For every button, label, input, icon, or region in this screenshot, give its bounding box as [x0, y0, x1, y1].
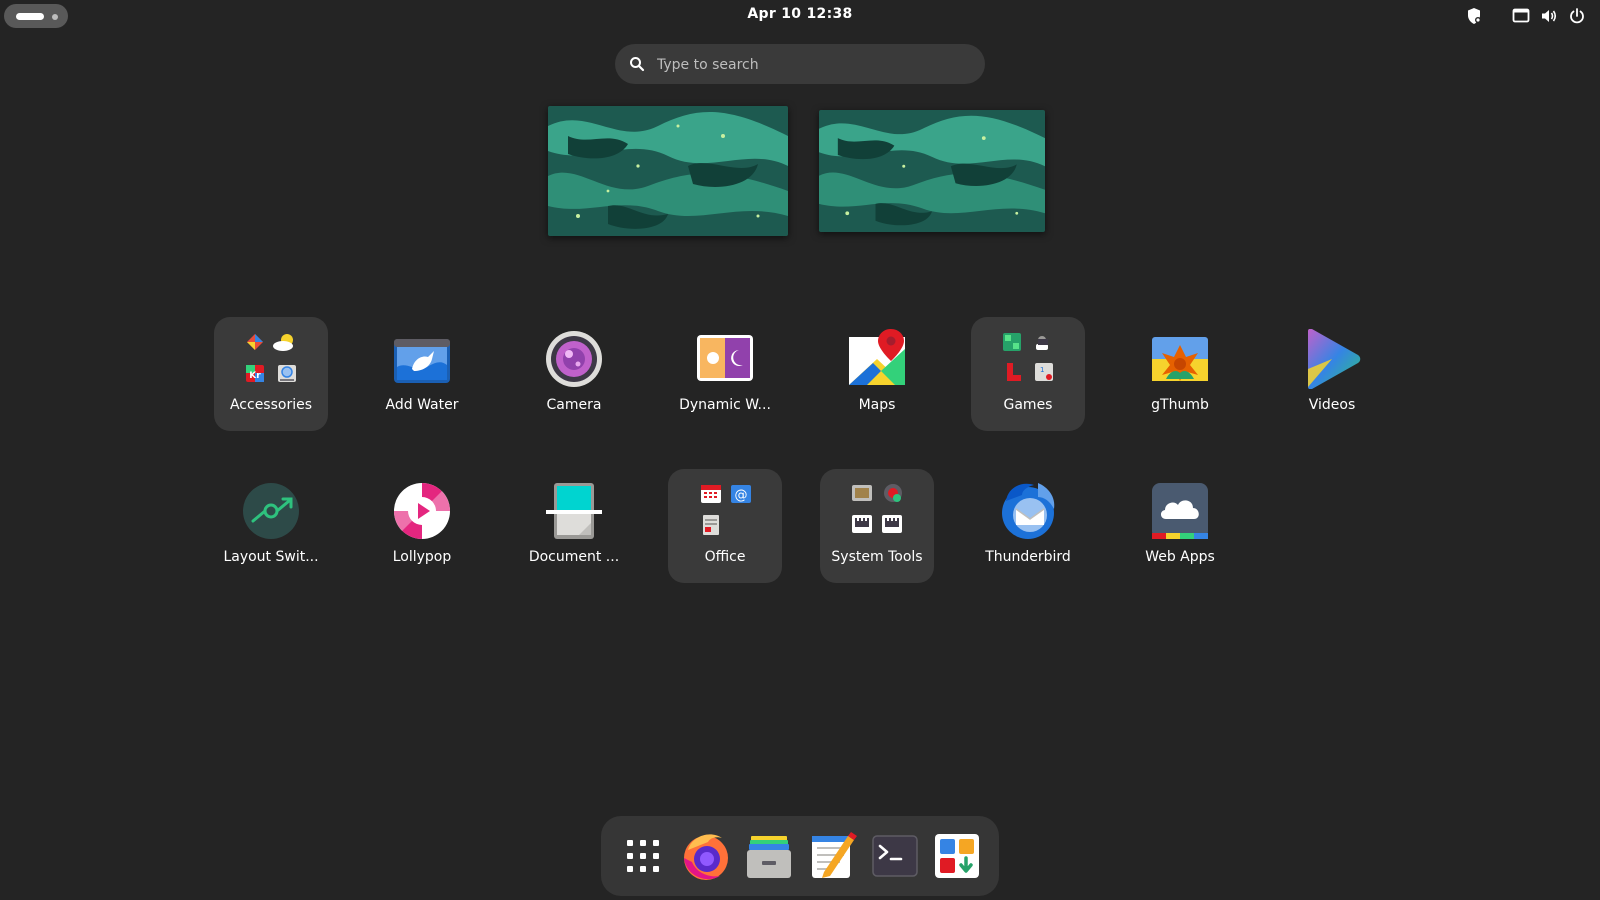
software-store-icon[interactable] [929, 828, 985, 884]
office-folder-icon: @ [701, 485, 751, 535]
screen-share-icon[interactable] [1512, 7, 1530, 25]
add-water-icon [394, 339, 450, 383]
app-label: gThumb [1151, 397, 1209, 413]
app-label: Web Apps [1145, 549, 1215, 565]
search-bar[interactable] [615, 44, 985, 86]
app-system-tools-folder[interactable]: System Tools [820, 469, 934, 583]
maps-icon [849, 329, 905, 385]
svg-text:1: 1 [1040, 366, 1044, 374]
app-label: Lollypop [392, 549, 452, 565]
app-lollypop[interactable]: Lollypop [365, 469, 479, 583]
firefox-icon[interactable] [678, 828, 734, 884]
app-label: Camera [546, 397, 602, 413]
search-input[interactable] [655, 44, 959, 86]
app-label: Maps [858, 397, 896, 413]
camera-icon [546, 331, 602, 387]
svg-text:Kr: Kr [249, 371, 261, 381]
svg-text:@: @ [735, 488, 748, 503]
web-apps-icon [1152, 483, 1208, 539]
lollypop-icon [393, 483, 451, 539]
app-maps[interactable]: Maps [820, 317, 934, 431]
app-label: Dynamic W... [679, 397, 771, 413]
terminal-icon[interactable] [867, 828, 923, 884]
videos-icon [1308, 329, 1361, 389]
workspace-thumbnail-2[interactable] [819, 110, 1045, 232]
app-thunderbird[interactable]: Thunderbird [971, 469, 1085, 583]
app-camera[interactable]: Camera [517, 317, 631, 431]
app-games-folder[interactable]: 1 Games [971, 317, 1085, 431]
app-label: Accessories [229, 397, 313, 413]
dynamic-wallpaper-icon [697, 335, 753, 381]
games-folder-icon: 1 [1003, 333, 1053, 381]
show-apps-grid-icon[interactable] [615, 828, 671, 884]
volume-icon[interactable] [1540, 7, 1558, 25]
app-videos[interactable]: Videos [1275, 317, 1389, 431]
app-dynamic-wallpaper[interactable]: Dynamic W... [668, 317, 782, 431]
thunderbird-icon [1002, 483, 1055, 539]
document-scanner-icon [546, 483, 602, 539]
system-tools-folder-icon [852, 484, 902, 533]
text-editor-icon[interactable] [804, 828, 860, 884]
app-label: Office [704, 549, 746, 565]
dock [601, 816, 999, 896]
app-gthumb[interactable]: gThumb [1123, 317, 1237, 431]
app-label: Thunderbird [985, 549, 1071, 565]
files-icon[interactable] [741, 828, 797, 884]
workspace-dot-indicator [52, 14, 58, 20]
search-icon [630, 57, 645, 72]
top-bar: Apr 10 12:38 [0, 0, 1600, 32]
app-office-folder[interactable]: @ Office [668, 469, 782, 583]
app-label: Games [1003, 397, 1053, 413]
gthumb-icon [1152, 337, 1208, 381]
app-label: Add Water [385, 397, 459, 413]
app-label: Document ... [528, 549, 620, 565]
app-label: Videos [1308, 397, 1356, 413]
app-web-apps[interactable]: Web Apps [1123, 469, 1237, 583]
active-workspace-indicator [16, 13, 44, 20]
accessories-folder-icon: Kr [246, 334, 296, 382]
layout-switcher-icon [243, 483, 299, 539]
app-document-scanner[interactable]: Document ... [517, 469, 631, 583]
app-layout-switcher[interactable]: Layout Swit... [214, 469, 328, 583]
app-add-water[interactable]: Add Water [365, 317, 479, 431]
app-accessories-folder[interactable]: Kr Accessories [214, 317, 328, 431]
app-label: Layout Swit... [223, 549, 319, 565]
activities-button[interactable] [4, 4, 68, 28]
clock[interactable]: Apr 10 12:38 [700, 6, 900, 22]
privacy-shield-icon[interactable] [1466, 7, 1482, 25]
app-label: System Tools [831, 549, 923, 565]
workspace-thumbnail-1[interactable] [548, 106, 788, 236]
power-icon[interactable] [1568, 7, 1586, 25]
